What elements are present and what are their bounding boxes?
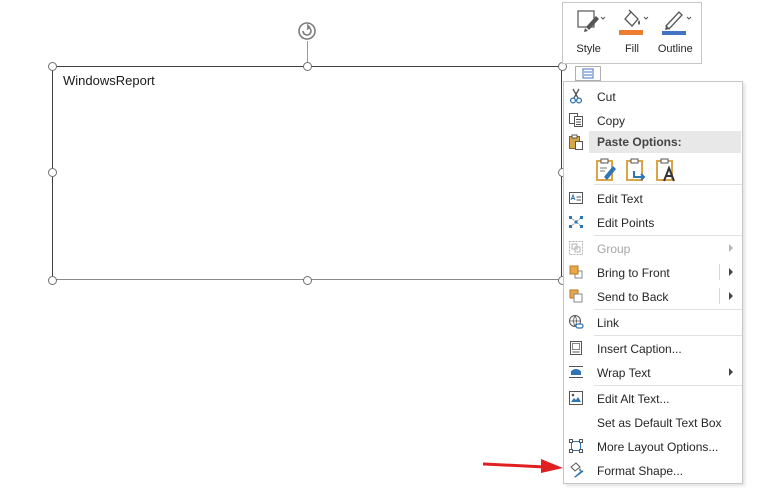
rotation-stem xyxy=(307,41,308,62)
submenu-divider xyxy=(719,264,720,280)
chevron-right-icon xyxy=(729,368,733,376)
group-label: Group xyxy=(597,242,631,256)
copy-label: Copy xyxy=(597,114,626,128)
menu-separator xyxy=(594,184,742,185)
send-to-back-icon xyxy=(569,289,583,303)
style-button[interactable]: Style xyxy=(568,7,610,63)
chevron-right-icon xyxy=(729,244,733,252)
outline-label: Outline xyxy=(657,43,693,55)
text-box-content[interactable]: WindowsReport xyxy=(63,73,155,88)
style-label: Style xyxy=(576,43,601,55)
paint-bucket-icon xyxy=(618,9,649,35)
bring-to-front-label: Bring to Front xyxy=(597,266,670,280)
layout-options-button[interactable] xyxy=(575,66,601,81)
menu-item-wrap-text[interactable]: Wrap Text xyxy=(564,360,742,384)
send-to-back-label: Send to Back xyxy=(597,290,669,304)
menu-item-send-to-back[interactable]: Send to Back xyxy=(564,284,742,308)
menu-item-bring-to-front[interactable]: Bring to Front xyxy=(564,260,742,284)
menu-item-insert-caption[interactable]: Insert Caption... xyxy=(564,336,742,360)
menu-item-link[interactable]: Link xyxy=(564,310,742,334)
chevron-right-icon[interactable] xyxy=(729,292,733,300)
paste-options-row xyxy=(594,157,714,185)
insert-caption-icon xyxy=(570,341,582,355)
pen-outline-icon xyxy=(662,11,692,35)
red-arrow-annotation xyxy=(483,459,563,473)
paste-options-header: Paste Options: xyxy=(589,131,741,153)
edit-text-label: Edit Text xyxy=(597,192,643,206)
menu-item-format-shape[interactable]: Format Shape... xyxy=(564,458,742,482)
scissors-icon xyxy=(569,88,583,104)
chevron-right-icon[interactable] xyxy=(729,268,733,276)
alt-text-icon xyxy=(569,391,583,405)
rotate-handle-icon[interactable] xyxy=(297,21,317,41)
resize-handle-top[interactable] xyxy=(303,62,312,71)
menu-item-cut[interactable]: Cut xyxy=(564,84,742,108)
paste-keep-text-only-icon[interactable] xyxy=(654,157,680,183)
paste-options-label: Paste Options: xyxy=(597,135,682,149)
menu-item-edit-points[interactable]: Edit Points xyxy=(564,210,742,234)
menu-item-edit-alt-text[interactable]: Edit Alt Text... xyxy=(564,386,742,410)
wrap-text-label: Wrap Text xyxy=(597,366,651,380)
cut-label: Cut xyxy=(597,90,616,104)
paste-use-destination-theme-icon[interactable] xyxy=(594,157,620,183)
fill-button[interactable]: Fill xyxy=(611,7,653,63)
bring-to-front-icon xyxy=(569,265,583,279)
menu-item-more-layout-options[interactable]: More Layout Options... xyxy=(564,434,742,458)
link-icon xyxy=(569,315,584,329)
paste-keep-source-formatting-icon[interactable] xyxy=(624,157,650,183)
more-layout-options-label: More Layout Options... xyxy=(597,440,719,454)
group-icon xyxy=(569,241,583,255)
resize-handle-top-left[interactable] xyxy=(48,62,57,71)
mini-toolbar: Style Fill Outline xyxy=(562,2,702,64)
paste-icon xyxy=(569,134,583,150)
set-default-text-box-label: Set as Default Text Box xyxy=(597,416,722,430)
resize-handle-bottom-left[interactable] xyxy=(48,276,57,285)
menu-item-group[interactable]: Group xyxy=(564,236,742,260)
insert-caption-label: Insert Caption... xyxy=(597,342,682,356)
layout-options-icon xyxy=(582,68,594,79)
copy-icon xyxy=(569,113,583,127)
edit-points-label: Edit Points xyxy=(597,216,655,230)
context-menu: Cut Copy Paste Options: Edit Text Edit P… xyxy=(563,81,743,484)
menu-item-edit-text[interactable]: Edit Text xyxy=(564,186,742,210)
menu-item-set-default-text-box[interactable]: Set as Default Text Box xyxy=(564,410,742,434)
fill-label: Fill xyxy=(624,43,640,55)
outline-button[interactable]: Outline xyxy=(654,7,696,63)
resize-handle-left[interactable] xyxy=(48,168,57,177)
shape-style-icon xyxy=(577,10,606,32)
menu-item-copy[interactable]: Copy xyxy=(564,108,742,132)
edit-points-icon xyxy=(569,216,583,228)
format-shape-label: Format Shape... xyxy=(597,464,684,478)
wrap-text-icon xyxy=(569,366,583,378)
link-label: Link xyxy=(597,316,620,330)
submenu-divider xyxy=(719,288,720,304)
text-box-shape[interactable]: WindowsReport xyxy=(52,66,562,280)
resize-handle-bottom[interactable] xyxy=(303,276,312,285)
edit-alt-text-label: Edit Alt Text... xyxy=(597,392,670,406)
format-shape-icon xyxy=(570,462,584,478)
edit-text-icon xyxy=(569,192,583,204)
layout-options-icon xyxy=(569,439,583,453)
